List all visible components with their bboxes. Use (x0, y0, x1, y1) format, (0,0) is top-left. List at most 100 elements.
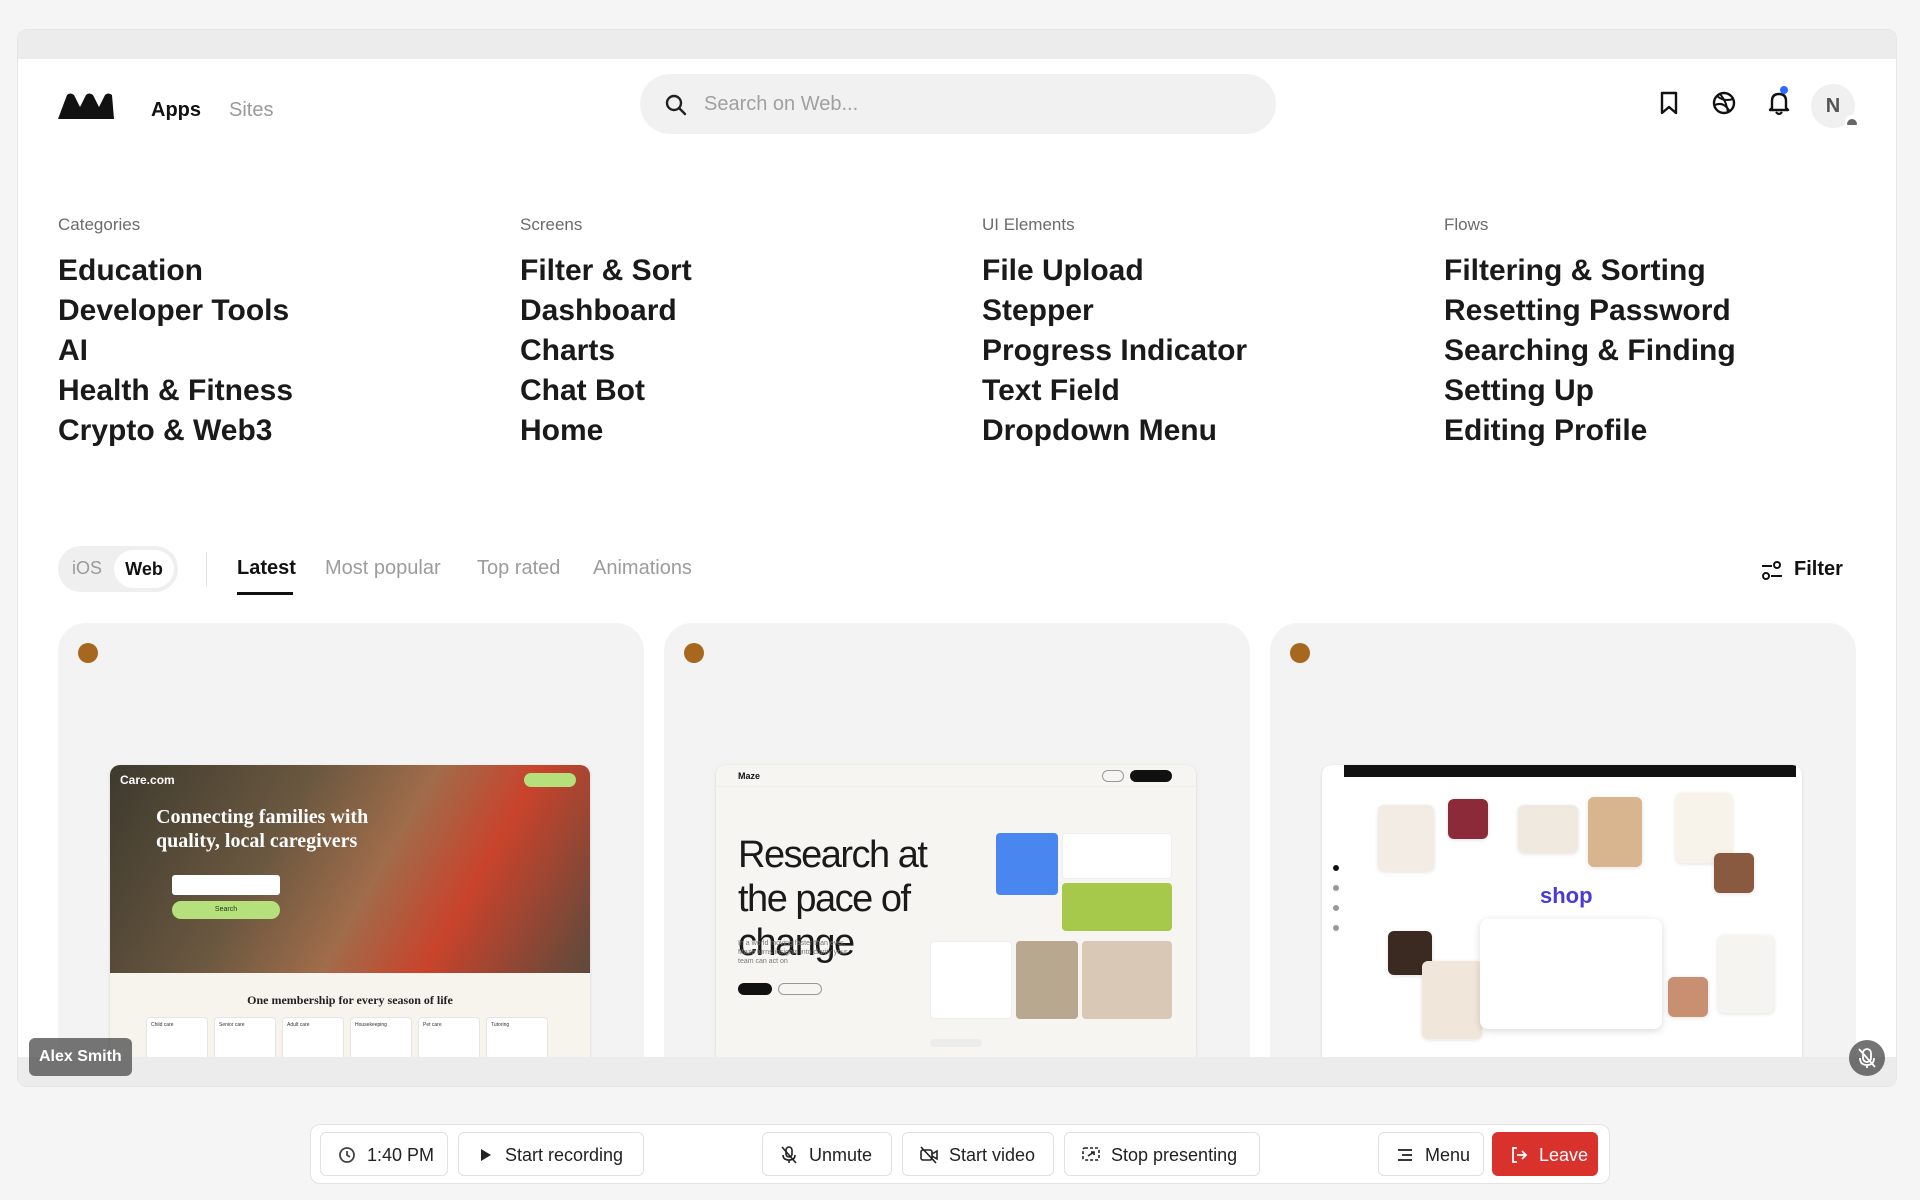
unmute-button[interactable]: Unmute (762, 1132, 892, 1176)
tab-animations[interactable]: Animations (593, 557, 692, 580)
app-window: Apps Sites Search on Web... N Categories… (18, 59, 1896, 1086)
category-link[interactable]: AI (58, 331, 498, 371)
shared-screen-bottombar (18, 1057, 1896, 1086)
leave-button[interactable]: Leave (1492, 1132, 1598, 1176)
screen-thumbnail: Care.com Connecting families with qualit… (110, 765, 590, 1065)
nav-tab-sites[interactable]: Sites (229, 99, 273, 122)
join-button (524, 773, 576, 787)
screen-link[interactable]: Chat Bot (520, 371, 960, 411)
flow-link[interactable]: Filtering & Sorting (1444, 251, 1884, 291)
screen-link[interactable]: Charts (520, 331, 960, 371)
time-button[interactable]: 1:40 PM (320, 1132, 448, 1176)
product-card (1378, 805, 1434, 871)
category-link[interactable]: Health & Fitness (58, 371, 498, 411)
participant-muted-icon (1849, 1040, 1885, 1076)
flows-column: Flows Filtering & Sorting Resetting Pass… (1444, 215, 1884, 451)
start-video-label: Start video (949, 1145, 1036, 1165)
ui-element-link[interactable]: Stepper (982, 291, 1422, 331)
bell-icon[interactable] (1764, 88, 1794, 118)
product-card (1714, 853, 1754, 893)
divider (206, 552, 207, 586)
ui-element-link[interactable]: Text Field (982, 371, 1422, 411)
screen-card[interactable]: Care.com Connecting families with qualit… (58, 623, 644, 1086)
shared-screen: Apps Sites Search on Web... N Categories… (17, 29, 1897, 1087)
tab-top-rated[interactable]: Top rated (477, 557, 560, 580)
flow-link[interactable]: Searching & Finding (1444, 331, 1884, 371)
video-off-icon (920, 1146, 938, 1164)
screen-thumbnail: Maze Research at the pace of change In a… (716, 765, 1196, 1065)
screen-link[interactable]: Home (520, 411, 960, 451)
image-panel (996, 833, 1058, 895)
start-recording-label: Start recording (505, 1145, 624, 1165)
stop-presenting-button[interactable]: Stop presenting (1064, 1132, 1260, 1176)
ui-element-link[interactable]: Progress Indicator (982, 331, 1422, 371)
survey-card (930, 941, 1012, 1019)
platform-option-web[interactable]: Web (114, 550, 174, 588)
stop-presenting-label: Stop presenting (1111, 1145, 1238, 1165)
meeting-toolbar: 1:40 PM Start recording Unmute Start vid… (310, 1124, 1610, 1184)
start-video-button[interactable]: Start video (902, 1132, 1054, 1176)
product-card (1422, 961, 1482, 1039)
start-recording-button[interactable]: Start recording (458, 1132, 644, 1176)
logo-icon[interactable] (58, 93, 114, 119)
login-button (1102, 770, 1124, 782)
ui-element-link[interactable]: File Upload (982, 251, 1422, 291)
screen-card[interactable]: Maze Research at the pace of change In a… (664, 623, 1250, 1086)
request-demo-button (778, 983, 822, 995)
sidebar-dot (1333, 925, 1339, 931)
time-label: 1:40 PM (367, 1145, 435, 1165)
thumbnail-search-panel (1480, 919, 1662, 1029)
platform-option-ios[interactable]: iOS (72, 558, 102, 579)
category-link[interactable]: Developer Tools (58, 291, 498, 331)
contact-sales-button (1130, 770, 1172, 782)
brand-logo: Maze (738, 771, 761, 781)
thumbnail-search-button: Search (172, 901, 280, 919)
app-indicator-dot (78, 643, 98, 663)
filter-icon (1762, 561, 1782, 580)
column-heading: UI Elements (982, 215, 1075, 234)
shop-logo: shop (1540, 883, 1593, 908)
flow-link[interactable]: Editing Profile (1444, 411, 1884, 451)
search-icon (665, 94, 687, 116)
tab-latest[interactable]: Latest (237, 557, 296, 580)
thumbnail-navbar: Maze (716, 765, 1196, 787)
clock-icon (339, 1147, 355, 1163)
leave-label: Leave (1539, 1145, 1589, 1165)
image-panel (1016, 941, 1078, 1019)
menu-icon (1398, 1149, 1412, 1161)
category-link[interactable]: Education (58, 251, 498, 291)
announcement-bar (1344, 765, 1796, 777)
column-heading: Categories (58, 215, 141, 234)
flow-link[interactable]: Resetting Password (1444, 291, 1884, 331)
column-heading: Flows (1444, 215, 1489, 234)
bookmark-icon[interactable] (1654, 88, 1684, 118)
product-card (1718, 935, 1774, 1013)
ui-element-link[interactable]: Dropdown Menu (982, 411, 1422, 451)
scroll-hint (930, 1039, 982, 1047)
product-card (1668, 977, 1708, 1017)
app-indicator-dot (684, 643, 704, 663)
product-card (1448, 799, 1488, 839)
column-heading: Screens (520, 215, 583, 234)
notification-dot (1780, 86, 1788, 94)
participant-name-tag: Alex Smith (29, 1038, 132, 1076)
unmute-label: Unmute (809, 1145, 873, 1165)
nav-tab-apps[interactable]: Apps (151, 99, 201, 122)
leave-icon (1512, 1147, 1528, 1163)
screen-card[interactable]: shop (1270, 623, 1856, 1086)
screen-link[interactable]: Filter & Sort (520, 251, 960, 291)
category-link[interactable]: Crypto & Web3 (58, 411, 498, 451)
flow-link[interactable]: Setting Up (1444, 371, 1884, 411)
search-input[interactable]: Search on Web... (640, 74, 1276, 134)
active-tab-indicator (237, 592, 293, 595)
shared-screen-topbar (18, 30, 1896, 59)
screen-link[interactable]: Dashboard (520, 291, 960, 331)
dribbble-icon[interactable] (1709, 88, 1739, 118)
tab-most-popular[interactable]: Most popular (325, 557, 441, 580)
product-card (1588, 797, 1642, 867)
learn-more-button (738, 983, 772, 995)
ui-elements-column: UI Elements File Upload Stepper Progress… (982, 215, 1422, 451)
record-icon (481, 1149, 491, 1161)
menu-button[interactable]: Menu (1378, 1132, 1484, 1176)
avatar-badge-icon (1845, 115, 1859, 129)
